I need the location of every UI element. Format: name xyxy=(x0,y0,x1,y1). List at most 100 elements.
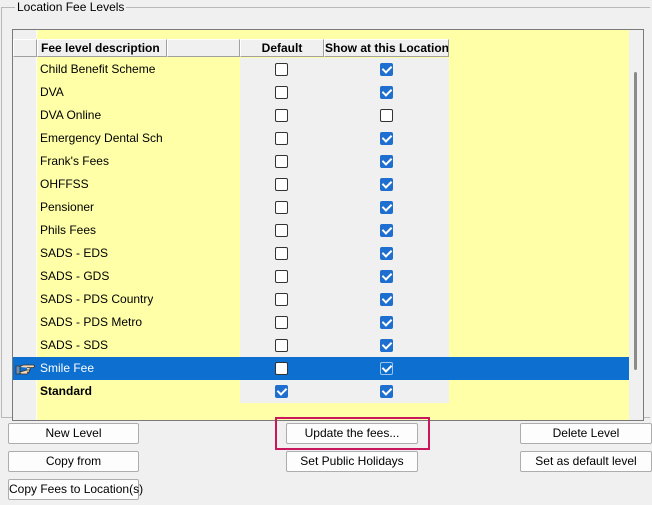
fee-level-description[interactable]: Emergency Dental Sch xyxy=(37,127,240,150)
fee-level-description[interactable]: DVA xyxy=(37,81,240,104)
show-cell xyxy=(324,81,449,104)
table-row[interactable]: Standard xyxy=(13,380,630,403)
show-at-location-checkbox[interactable] xyxy=(379,178,393,191)
show-at-location-checkbox[interactable] xyxy=(379,109,393,122)
show-cell xyxy=(324,380,449,403)
fee-level-description-text: Frank's Fees xyxy=(40,154,109,168)
show-at-location-checkbox[interactable] xyxy=(379,385,393,398)
fee-levels-grid[interactable]: Fee level description Default Show at th… xyxy=(12,29,644,421)
fee-level-description-text: SADS - SDS xyxy=(40,338,109,352)
fee-level-description[interactable]: Pensioner xyxy=(37,196,240,219)
delete-level-button[interactable]: Delete Level xyxy=(520,423,652,444)
fee-level-description[interactable]: Child Benefit Scheme xyxy=(37,58,240,81)
default-checkbox[interactable] xyxy=(275,178,288,191)
default-checkbox[interactable] xyxy=(275,385,288,398)
fee-level-description[interactable]: Standard xyxy=(37,380,240,403)
show-at-location-checkbox[interactable] xyxy=(379,63,393,76)
table-row[interactable]: Frank's Fees xyxy=(13,150,630,173)
table-row[interactable]: Emergency Dental Sch xyxy=(13,127,630,150)
show-at-location-checkbox[interactable] xyxy=(379,247,393,260)
default-checkbox[interactable] xyxy=(275,132,288,145)
pointing-hand-icon xyxy=(15,364,35,375)
column-header-show[interactable]: Show at this Location xyxy=(324,39,449,57)
default-cell xyxy=(240,150,324,173)
show-at-location-checkbox[interactable] xyxy=(379,293,393,306)
table-row[interactable]: OHFFSS xyxy=(13,173,630,196)
fee-level-description[interactable]: SADS - GDS xyxy=(37,265,240,288)
show-at-location-checkbox[interactable] xyxy=(379,270,393,283)
fee-level-description[interactable]: Frank's Fees xyxy=(37,150,240,173)
show-at-location-checkbox[interactable] xyxy=(379,224,393,237)
fee-level-description[interactable]: Phils Fees xyxy=(37,219,240,242)
default-checkbox[interactable] xyxy=(275,201,288,214)
fee-level-description[interactable]: DVA Online xyxy=(37,104,240,127)
show-at-location-checkbox[interactable] xyxy=(379,362,393,375)
new-level-button[interactable]: New Level xyxy=(8,423,139,444)
show-cell xyxy=(324,58,449,81)
fee-level-description-text: Phils Fees xyxy=(40,223,97,237)
table-row[interactable]: SADS - SDS xyxy=(13,334,630,357)
update-fees-button[interactable]: Update the fees... xyxy=(286,423,418,444)
default-checkbox[interactable] xyxy=(275,86,288,99)
default-checkbox[interactable] xyxy=(275,63,288,76)
show-cell xyxy=(324,150,449,173)
table-row[interactable]: SADS - EDS xyxy=(13,242,630,265)
fee-level-description-text: Child Benefit Scheme xyxy=(40,62,156,76)
group-title: Location Fee Levels xyxy=(15,0,127,14)
fee-level-description-text: OHFFSS xyxy=(40,177,89,191)
default-checkbox[interactable] xyxy=(275,339,288,352)
table-row[interactable]: Pensioner xyxy=(13,196,630,219)
table-row[interactable]: Phils Fees xyxy=(13,219,630,242)
copy-fees-to-location-button[interactable]: Copy Fees to Location(s) xyxy=(8,479,143,500)
fee-level-description-text: SADS - PDS Metro xyxy=(40,315,143,329)
set-public-holidays-button[interactable]: Set Public Holidays xyxy=(286,451,418,472)
show-cell xyxy=(324,311,449,334)
show-cell xyxy=(324,196,449,219)
column-header-description[interactable]: Fee level description xyxy=(37,39,167,57)
show-at-location-checkbox[interactable] xyxy=(379,86,393,99)
set-default-level-button[interactable]: Set as default level xyxy=(520,451,652,472)
grid-header: Fee level description Default Show at th… xyxy=(13,39,449,57)
scrollbar-thumb[interactable] xyxy=(634,72,637,370)
vertical-scrollbar[interactable] xyxy=(629,30,643,420)
fee-level-description-text: Smile Fee xyxy=(40,361,95,375)
default-checkbox[interactable] xyxy=(275,224,288,237)
show-cell xyxy=(324,265,449,288)
copy-from-button[interactable]: Copy from xyxy=(8,451,139,472)
fee-level-description[interactable]: OHFFSS xyxy=(37,173,240,196)
default-checkbox[interactable] xyxy=(275,109,288,122)
show-at-location-checkbox[interactable] xyxy=(379,339,393,352)
default-checkbox[interactable] xyxy=(275,155,288,168)
default-checkbox[interactable] xyxy=(275,270,288,283)
default-cell xyxy=(240,104,324,127)
table-row[interactable]: SADS - PDS Country xyxy=(13,288,630,311)
fee-level-description[interactable]: SADS - PDS Metro xyxy=(37,311,240,334)
show-at-location-checkbox[interactable] xyxy=(379,316,393,329)
default-checkbox[interactable] xyxy=(275,293,288,306)
fee-level-description[interactable]: Smile Fee xyxy=(37,357,240,380)
show-at-location-checkbox[interactable] xyxy=(379,132,393,145)
fee-level-description[interactable]: SADS - SDS xyxy=(37,334,240,357)
table-row[interactable]: Smile Fee xyxy=(13,357,630,380)
show-at-location-checkbox[interactable] xyxy=(379,155,393,168)
default-checkbox[interactable] xyxy=(275,316,288,329)
show-cell xyxy=(324,357,449,380)
fee-level-description-text: SADS - EDS xyxy=(40,246,109,260)
column-header-spacer xyxy=(167,39,240,57)
fee-level-description[interactable]: SADS - EDS xyxy=(37,242,240,265)
table-row[interactable]: DVA xyxy=(13,81,630,104)
show-cell xyxy=(324,219,449,242)
default-checkbox[interactable] xyxy=(275,362,288,375)
table-row[interactable]: SADS - PDS Metro xyxy=(13,311,630,334)
default-checkbox[interactable] xyxy=(275,247,288,260)
show-at-location-checkbox[interactable] xyxy=(379,201,393,214)
table-row[interactable]: SADS - GDS xyxy=(13,265,630,288)
default-cell xyxy=(240,58,324,81)
default-cell xyxy=(240,196,324,219)
default-cell xyxy=(240,173,324,196)
table-row[interactable]: DVA Online xyxy=(13,104,630,127)
table-row[interactable]: Child Benefit Scheme xyxy=(13,58,630,81)
fee-level-description[interactable]: SADS - PDS Country xyxy=(37,288,240,311)
show-cell xyxy=(324,127,449,150)
column-header-default[interactable]: Default xyxy=(240,39,324,57)
